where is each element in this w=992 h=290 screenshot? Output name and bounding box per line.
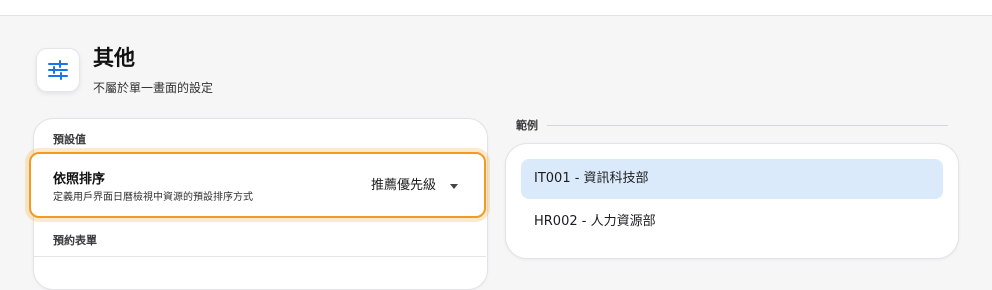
sort-order-description: 定義用戶界面日曆檢視中資源的預設排序方式 bbox=[53, 192, 253, 203]
example-card: IT001 - 資訊科技部 HR002 - 人力資源部 bbox=[505, 143, 959, 259]
section-subtitle: 不屬於單一畫面的設定 bbox=[93, 81, 214, 95]
divider bbox=[34, 256, 486, 257]
example-divider bbox=[547, 125, 948, 126]
section-title: 其他 bbox=[93, 46, 135, 70]
example-label: 範例 bbox=[516, 119, 538, 132]
sliders-icon bbox=[36, 48, 80, 92]
chevron-down-icon[interactable] bbox=[450, 184, 458, 189]
group-label-booking-form: 預約表單 bbox=[53, 234, 97, 247]
sort-order-select-value[interactable]: 推薦優先級 bbox=[371, 177, 436, 195]
group-label-defaults: 預設值 bbox=[53, 133, 86, 146]
sort-order-title: 依照排序 bbox=[53, 172, 106, 187]
example-item-it001: IT001 - 資訊科技部 bbox=[521, 159, 943, 199]
example-item-hr002: HR002 - 人力資源部 bbox=[534, 214, 656, 229]
top-toolbar-strip bbox=[0, 0, 992, 16]
sort-order-setting[interactable]: 依照排序 定義用戶界面日曆檢視中資源的預設排序方式 推薦優先級 bbox=[29, 152, 486, 218]
